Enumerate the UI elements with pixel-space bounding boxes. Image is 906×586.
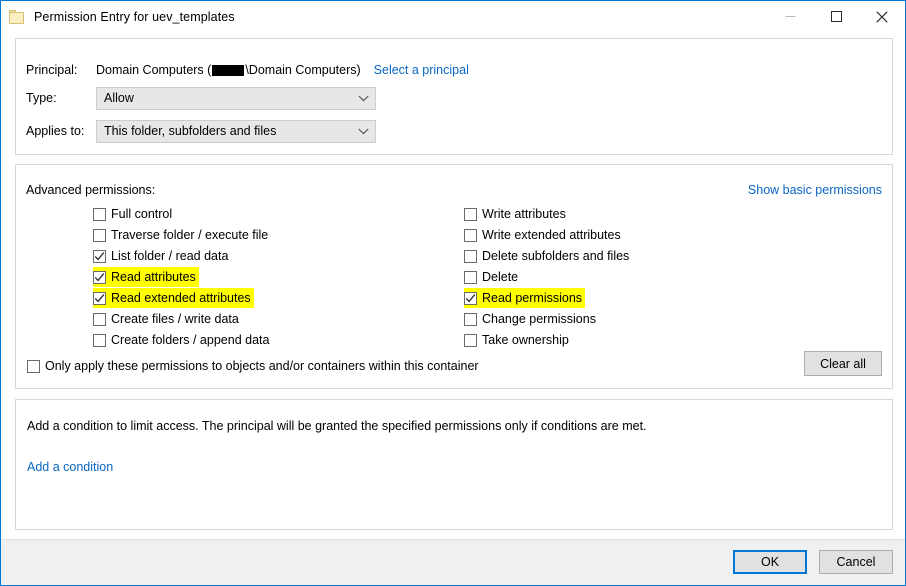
permission-label: Change permissions	[482, 312, 596, 326]
permission-item[interactable]: Read extended attributes	[93, 288, 254, 308]
principal-row: Principal: Domain Computers ( \Domain Co…	[26, 59, 469, 81]
title-bar: Permission Entry for uev_templates	[1, 1, 905, 33]
permission-label: Create files / write data	[111, 312, 239, 326]
folder-icon	[9, 10, 25, 24]
applies-to-label: Applies to:	[26, 124, 85, 138]
permission-item[interactable]: Delete	[464, 267, 521, 287]
permission-item[interactable]: Delete subfolders and files	[464, 246, 632, 266]
show-basic-permissions-link[interactable]: Show basic permissions	[748, 183, 882, 197]
permissions-column-right: Write attributes Write extended attribute…	[464, 204, 632, 351]
ok-button[interactable]: OK	[733, 550, 807, 574]
redaction-bar	[212, 64, 245, 76]
chevron-down-icon	[351, 95, 375, 102]
permission-label: Full control	[111, 207, 173, 221]
maximize-icon	[830, 11, 842, 22]
permission-checkbox[interactable]	[464, 249, 477, 263]
permission-entry-dialog: Permission Entry for uev_templates Princ…	[0, 0, 906, 586]
conditions-panel: Add a condition to limit access. The pri…	[15, 399, 893, 530]
advanced-permissions-panel: Advanced permissions: Show basic permiss…	[15, 164, 893, 389]
conditions-description: Add a condition to limit access. The pri…	[27, 419, 647, 433]
permission-item[interactable]: Traverse folder / execute file	[93, 225, 271, 245]
maximize-button[interactable]	[813, 1, 859, 32]
permission-item[interactable]: Change permissions	[464, 309, 599, 329]
permission-label: Create folders / append data	[111, 333, 270, 347]
permission-item[interactable]: Create files / write data	[93, 309, 242, 329]
select-a-principal-link[interactable]: Select a principal	[374, 63, 469, 77]
principal-value: Domain Computers ( \Domain Computers)	[96, 63, 361, 77]
permission-item[interactable]: List folder / read data	[93, 246, 231, 266]
principal-label: Principal:	[26, 63, 78, 77]
permission-item[interactable]: Read attributes	[93, 267, 199, 287]
type-row: Type: Allow	[26, 86, 376, 110]
permission-checkbox[interactable]	[464, 312, 477, 326]
type-dropdown[interactable]: Allow	[96, 86, 376, 110]
permission-checkbox[interactable]	[464, 291, 477, 305]
close-button[interactable]	[859, 1, 905, 32]
permission-label: Write attributes	[482, 207, 566, 221]
permission-checkbox[interactable]	[93, 270, 106, 284]
permission-checkbox[interactable]	[464, 333, 477, 347]
permission-checkbox[interactable]	[464, 207, 477, 221]
add-a-condition-link[interactable]: Add a condition	[27, 460, 113, 474]
permission-label: Read extended attributes	[111, 291, 251, 305]
permission-item[interactable]: Full control	[93, 204, 175, 224]
principal-value-prefix: Domain Computers (	[96, 63, 212, 77]
only-apply-checkbox[interactable]	[27, 359, 40, 373]
permission-checkbox[interactable]	[93, 333, 106, 347]
permission-checkbox[interactable]	[93, 249, 106, 263]
permission-label: Delete subfolders and files	[482, 249, 630, 263]
permission-item[interactable]: Create folders / append data	[93, 330, 272, 350]
permission-label: Read attributes	[111, 270, 196, 284]
principal-value-suffix: \Domain Computers)	[245, 63, 361, 77]
permission-label: Delete	[482, 270, 519, 284]
applies-to-dropdown[interactable]: This folder, subfolders and files	[96, 119, 376, 143]
permission-item[interactable]: Read permissions	[464, 288, 586, 308]
applies-to-dropdown-value: This folder, subfolders and files	[104, 124, 277, 138]
permission-label: Traverse folder / execute file	[111, 228, 269, 242]
permission-checkbox[interactable]	[93, 291, 106, 305]
only-apply-label: Only apply these permissions to objects …	[45, 359, 479, 373]
principal-panel: Principal: Domain Computers ( \Domain Co…	[15, 38, 893, 155]
permission-label: List folder / read data	[111, 249, 229, 263]
chevron-down-icon	[351, 128, 375, 135]
window-title: Permission Entry for uev_templates	[34, 10, 235, 24]
type-label: Type:	[26, 91, 57, 105]
permission-checkbox[interactable]	[93, 312, 106, 326]
close-icon	[876, 10, 888, 23]
permission-label: Read permissions	[482, 291, 583, 305]
type-dropdown-value: Allow	[104, 91, 134, 105]
cancel-button[interactable]: Cancel	[819, 550, 893, 574]
clear-all-button[interactable]: Clear all	[804, 351, 882, 376]
advanced-permissions-heading: Advanced permissions:	[26, 183, 156, 197]
dialog-footer: OK Cancel	[1, 539, 905, 585]
permission-item[interactable]: Write extended attributes	[464, 225, 624, 245]
permission-checkbox[interactable]	[464, 270, 477, 284]
minimize-icon	[785, 11, 796, 22]
permission-checkbox[interactable]	[93, 228, 106, 242]
permission-label: Take ownership	[482, 333, 569, 347]
permission-item[interactable]: Write attributes	[464, 204, 569, 224]
permissions-column-left: Full control Traverse folder / execute fi…	[93, 204, 272, 351]
permission-checkbox[interactable]	[464, 228, 477, 242]
only-apply-row[interactable]: Only apply these permissions to objects …	[27, 359, 479, 373]
permission-checkbox[interactable]	[93, 207, 106, 221]
minimize-button[interactable]	[767, 1, 813, 32]
permission-item[interactable]: Take ownership	[464, 330, 572, 350]
permission-label: Write extended attributes	[482, 228, 621, 242]
applies-to-row: Applies to: This folder, subfolders and …	[26, 119, 376, 143]
